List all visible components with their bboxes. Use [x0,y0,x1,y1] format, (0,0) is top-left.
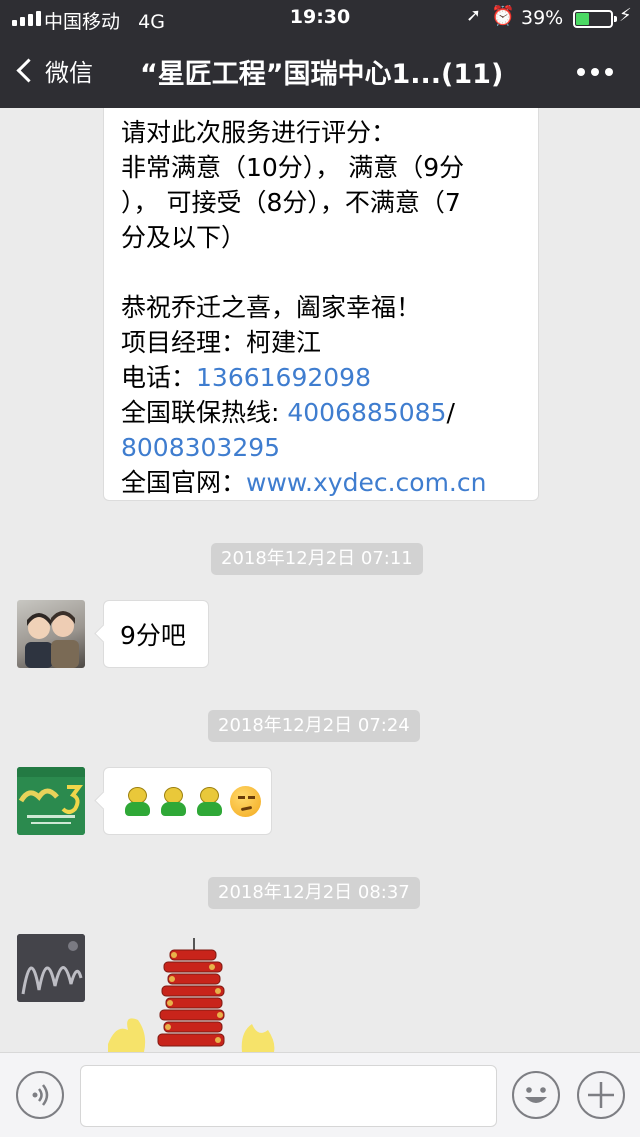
back-label: 微信 [45,58,93,87]
status-bar: 中国移动 4G 19:30 ➚ ⏰ 39% ⚡ [0,0,640,36]
website-link[interactable]: www.xydec.com.cn [246,468,486,497]
battery-icon [573,10,617,28]
website-line: 全国官网：www.xydec.com.cn [121,468,487,497]
hotline-link-1[interactable]: 4006885085 [287,398,446,427]
input-bar [0,1052,640,1137]
timestamp: 2018年12月2日 07:24 [208,710,420,742]
hotline-link-2[interactable]: 8008303295 [121,433,280,462]
message-line: 非常满意（10分）， 满意（9分 [121,153,465,182]
more-dots-icon [577,68,585,76]
plus-icon [588,1082,614,1108]
message-bubble-reply: 9分吧 [103,600,209,668]
greeting-line: 恭祝乔迁之喜，阖家幸福！ [121,293,422,322]
message-line: ）， 可接受（8分），不满意（7 [121,188,461,217]
smirk-emoji-icon [229,785,262,818]
avatar[interactable] [17,934,85,1002]
avatar-banner-icon [17,767,85,835]
hotline-line-2: 8008303295 [121,430,524,465]
avatar-photo-icon [25,611,79,668]
top-bar: 中国移动 4G 19:30 ➚ ⏰ 39% ⚡ 微信 “星匠工程”国瑞中心1..… [0,0,640,108]
plus-button[interactable] [577,1071,625,1119]
alarm-clock-icon: ⏰ [491,5,515,27]
back-button[interactable]: 微信 [14,50,93,90]
phone-link[interactable]: 13661692098 [196,363,371,392]
more-button[interactable] [577,68,613,76]
avatar-dark-icon [17,934,85,1002]
hotline-line: 全国联保热线: 4006885085/ [121,398,455,427]
message-line: 请对此次服务进行评分： [121,118,397,147]
chevron-left-icon [16,57,41,83]
battery-percent: 39% [521,7,564,29]
voice-icon [32,1084,49,1106]
avatar[interactable] [17,600,85,668]
battery-fill [576,13,589,25]
manager-line: 项目经理：柯建江 [121,328,322,357]
phone-line: 电话：13661692098 [121,363,371,392]
message-bubble-emoji [103,767,272,835]
nav-bar: 微信 “星匠工程”国瑞中心1...(11) [0,36,640,108]
emoji-icon [525,1087,547,1103]
pig-emoji-icon [193,785,226,818]
chat-title: “星匠工程”国瑞中心1...(11) [140,59,504,90]
location-arrow-icon: ➚ [466,5,482,26]
timestamp: 2018年12月2日 08:37 [208,877,420,909]
charging-bolt-icon: ⚡ [619,5,632,26]
pig-emoji-icon [157,785,190,818]
emoji-button[interactable] [512,1071,560,1119]
timestamp: 2018年12月2日 07:11 [211,543,423,575]
voice-button[interactable] [16,1071,64,1119]
pig-emoji-icon [121,785,154,818]
chat-area[interactable]: 请对此次服务进行评分： 非常满意（10分）， 满意（9分 ）， 可接受（8分），… [0,108,640,1052]
message-bubble-service-info: 请对此次服务进行评分： 非常满意（10分）， 满意（9分 ）， 可接受（8分），… [103,108,539,501]
firecracker-sticker-icon [108,938,275,1052]
message-line: 分及以下） [121,223,247,252]
message-text: 9分吧 [120,621,186,650]
avatar[interactable] [17,767,85,835]
message-input[interactable] [80,1065,497,1127]
